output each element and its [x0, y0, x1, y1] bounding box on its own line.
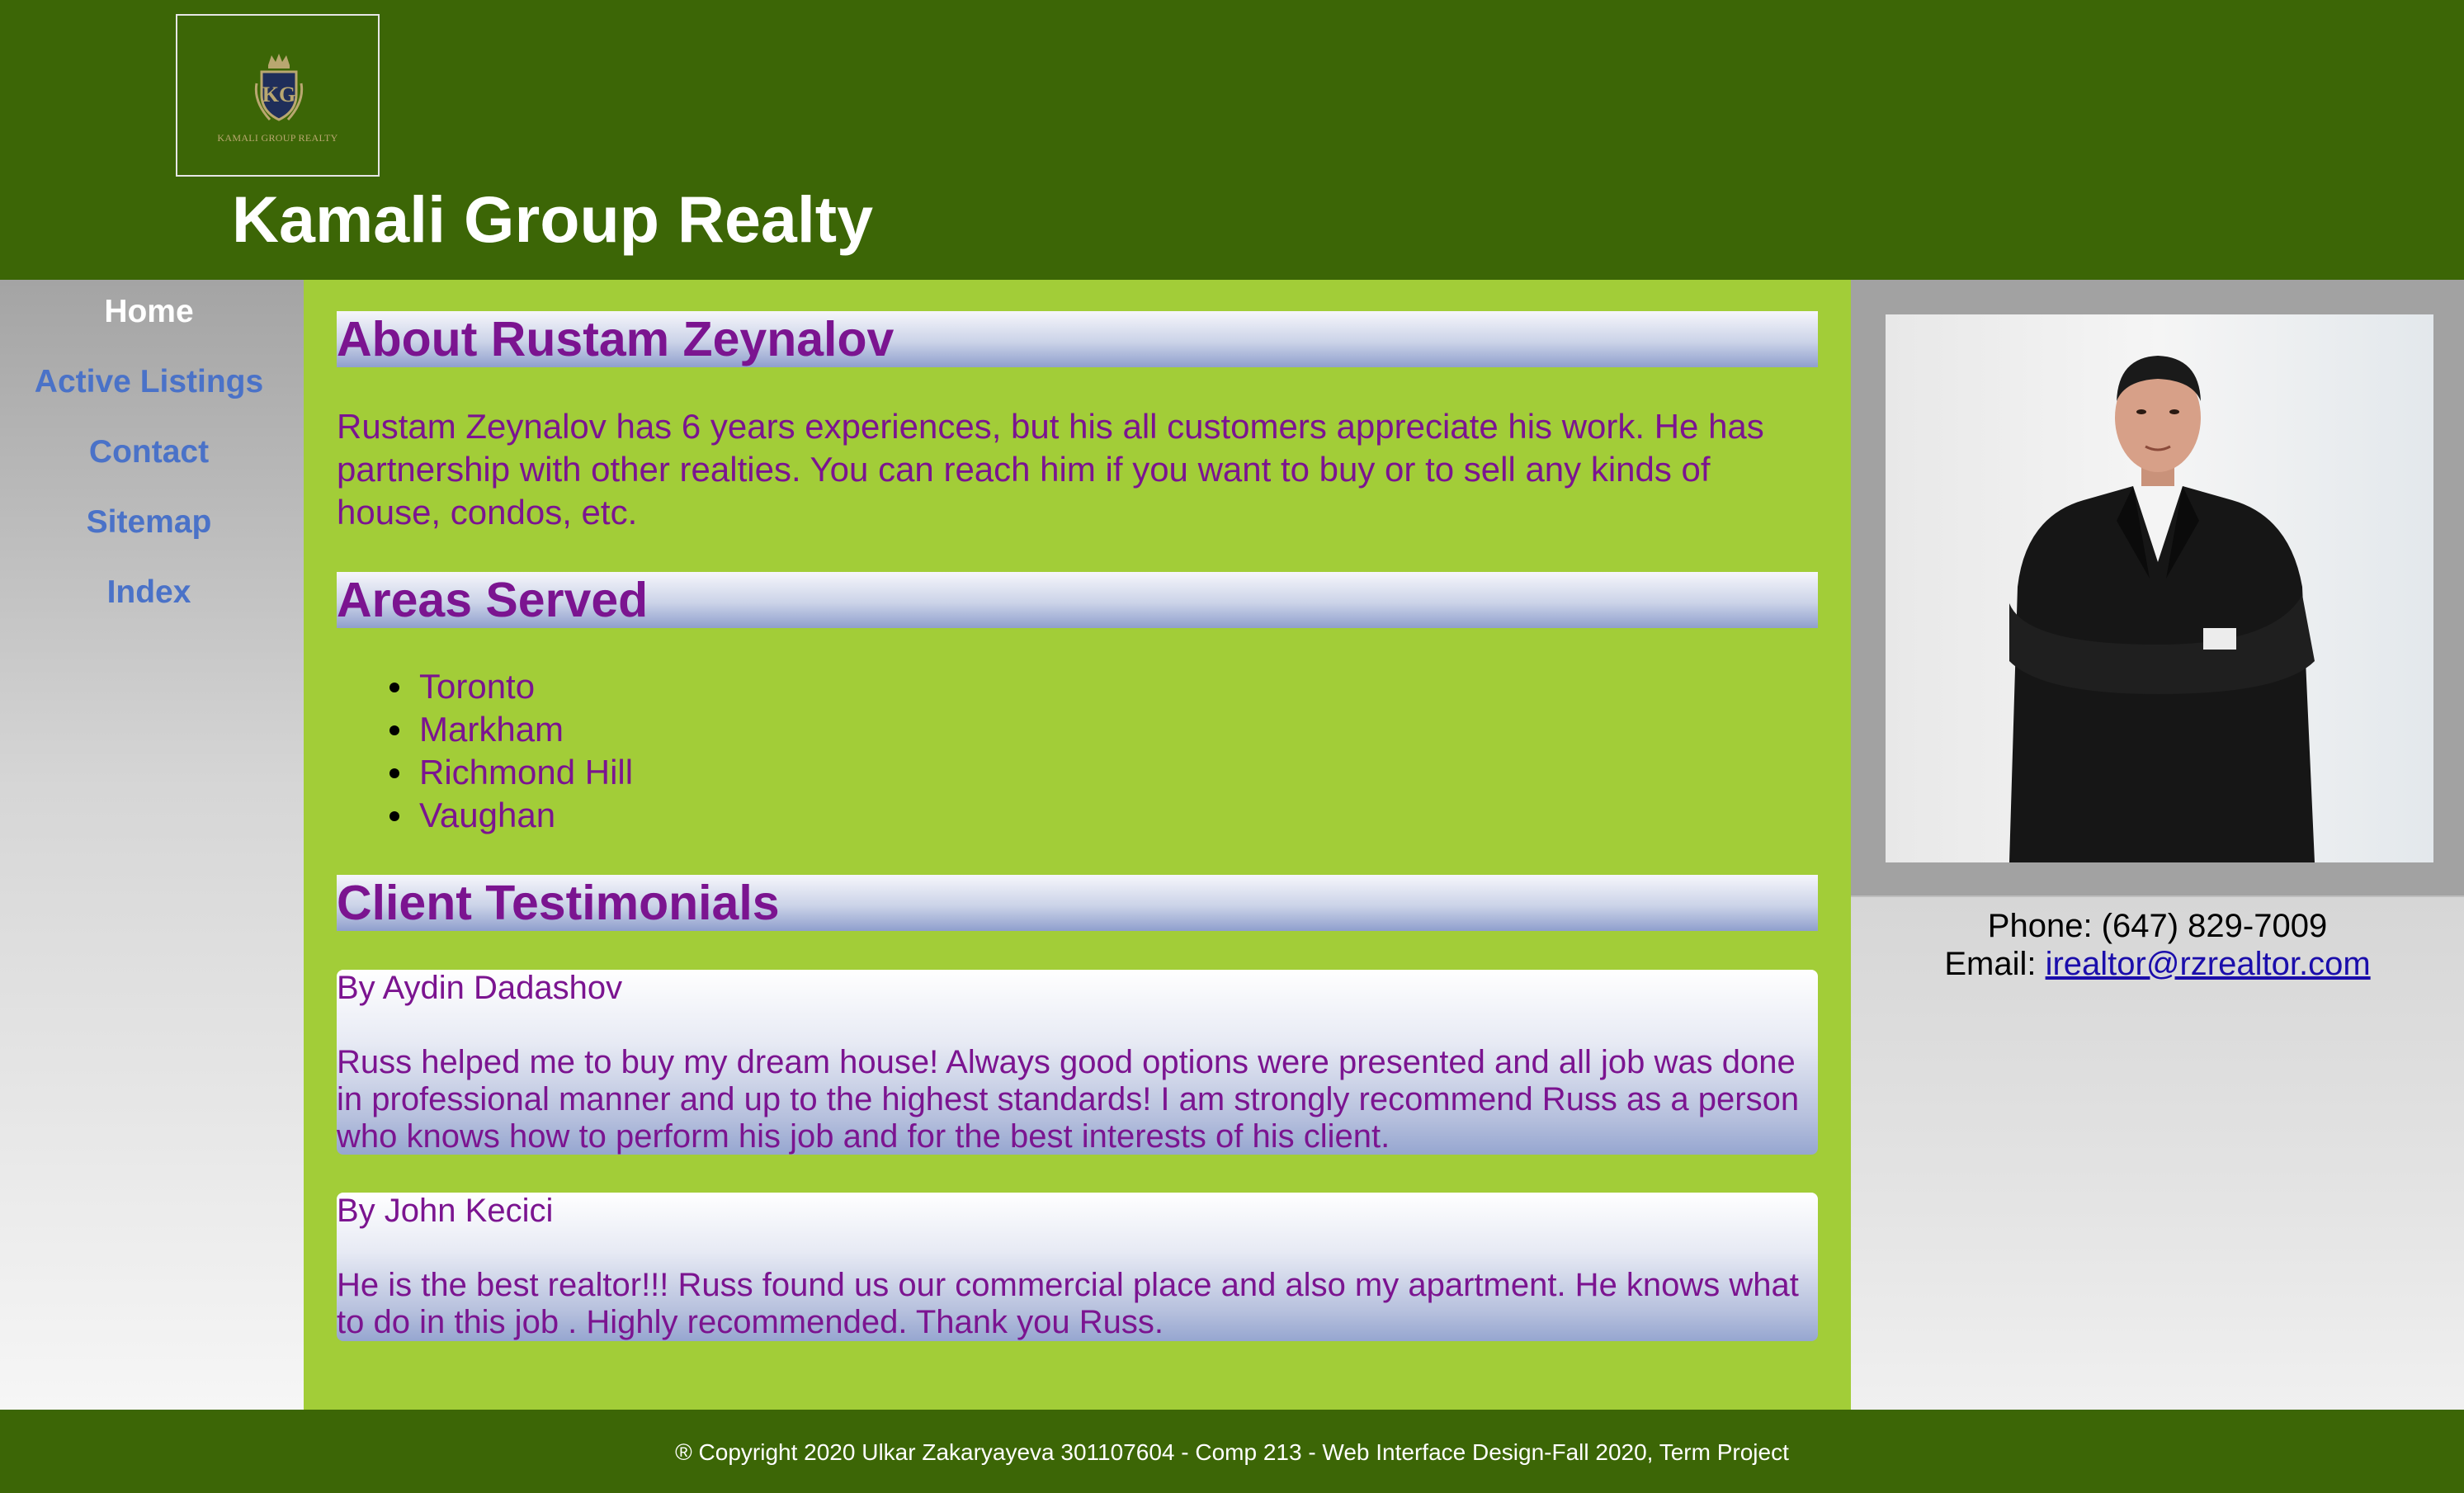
- area-name: Markham: [419, 710, 564, 749]
- testimonial-card: By John Kecici He is the best realtor!!!…: [337, 1193, 1818, 1341]
- testimonial-card: By Aydin Dadashov Russ helped me to buy …: [337, 970, 1818, 1155]
- area-name: Richmond Hill: [419, 753, 634, 791]
- nav-item-index[interactable]: Index: [0, 574, 298, 611]
- bullet-icon: [389, 811, 399, 821]
- about-text: Rustam Zeynalov has 6 years experiences,…: [337, 407, 1764, 532]
- bullet-icon: [389, 768, 399, 778]
- nav-item-active-listings[interactable]: Active Listings: [0, 364, 298, 400]
- crest-icon: KG: [254, 54, 304, 121]
- agent-portrait-image: [2009, 356, 2315, 862]
- testimonial-text: Russ helped me to buy my dream house! Al…: [337, 1044, 1800, 1155]
- site-title: Kamali Group Realty: [232, 182, 874, 256]
- nav-item-contact[interactable]: Contact: [0, 434, 298, 470]
- site-footer: ® Copyright 2020 Ulkar Zakaryayeva 30110…: [0, 1410, 2464, 1493]
- svg-text:KG: KG: [262, 83, 295, 106]
- sidebar-nav: Home Active Listings Contact Sitemap Ind…: [0, 280, 304, 1410]
- copyright-text: ® Copyright 2020 Ulkar Zakaryayeva 30110…: [675, 1439, 1789, 1465]
- email-line: Email: irealtor@rzrealtor.com: [1851, 945, 2464, 983]
- about-heading: About Rustam Zeynalov: [337, 311, 1818, 367]
- list-item: Toronto: [337, 665, 633, 708]
- contact-panel: Phone: (647) 829-7009 Email: irealtor@rz…: [1851, 897, 2464, 1410]
- logo[interactable]: KG KAMALI GROUP REALTY: [176, 14, 380, 177]
- logo-text: KAMALI GROUP REALTY: [217, 132, 338, 144]
- email-label: Email:: [1944, 946, 2046, 982]
- testimonial-author: By John Kecici: [337, 1193, 554, 1229]
- list-item: Vaughan: [337, 794, 633, 837]
- bullet-icon: [389, 683, 399, 692]
- list-item: Markham: [337, 708, 633, 751]
- main-content: About Rustam Zeynalov Rustam Zeynalov ha…: [304, 280, 1851, 1410]
- nav-item-sitemap[interactable]: Sitemap: [0, 504, 298, 541]
- site-header: KG KAMALI GROUP REALTY Kamali Group Real…: [0, 0, 2464, 280]
- agent-sidebar: Phone: (647) 829-7009 Email: irealtor@rz…: [1851, 280, 2464, 1410]
- area-name: Toronto: [419, 667, 536, 706]
- testimonial-text: He is the best realtor!!! Russ found us …: [337, 1267, 1799, 1340]
- testimonials-heading: Client Testimonials: [337, 875, 1818, 931]
- nav-item-home[interactable]: Home: [0, 294, 298, 330]
- photo-panel: [1851, 280, 2464, 897]
- areas-heading: Areas Served: [337, 572, 1818, 628]
- areas-list: Toronto Markham Richmond Hill Vaughan: [337, 665, 633, 837]
- page: KG KAMALI GROUP REALTY Kamali Group Real…: [0, 0, 2464, 1493]
- bullet-icon: [389, 725, 399, 735]
- email-link[interactable]: irealtor@rzrealtor.com: [2046, 946, 2371, 982]
- agent-photo: [1886, 314, 2433, 862]
- testimonial-author: By Aydin Dadashov: [337, 970, 623, 1006]
- list-item: Richmond Hill: [337, 751, 633, 794]
- phone-text: Phone: (647) 829-7009: [1987, 908, 2328, 944]
- area-name: Vaughan: [419, 796, 556, 834]
